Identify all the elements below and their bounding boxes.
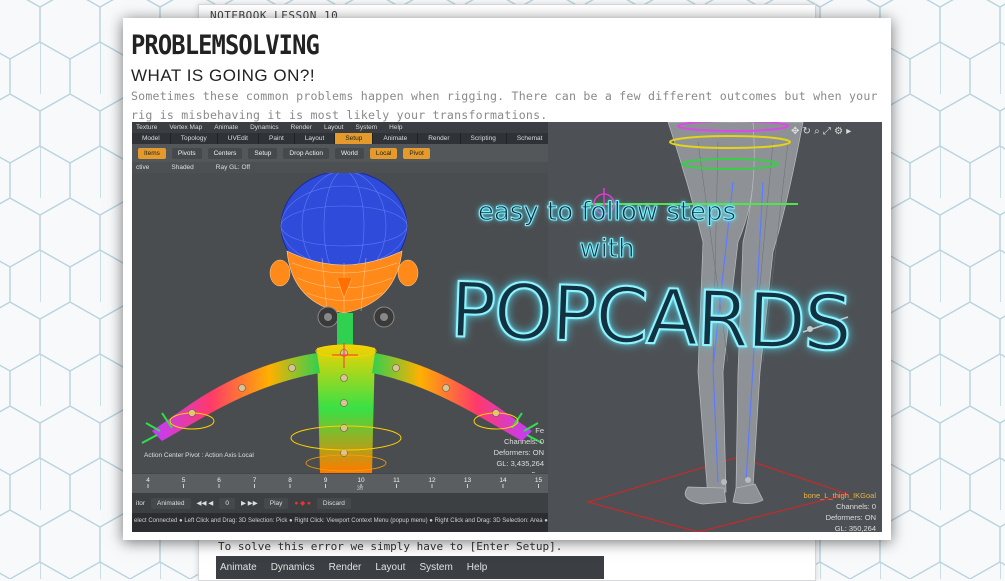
pivot-button[interactable]: Pivot [403, 147, 430, 159]
timeline-tick-label: 12 [428, 477, 436, 484]
frame-field[interactable]: 0 [219, 497, 235, 509]
timeline-tick-label: 8 [288, 477, 292, 484]
timeline-tick-label: 11 [393, 477, 400, 484]
app-tabbar: Model Topology UVEdit Paint Layout Setup… [132, 133, 554, 144]
viewport-ray-gl[interactable]: Ray GL: Off [216, 164, 250, 171]
timeline-tick-label: 4 [146, 477, 150, 484]
timeline-tick-label: 14 [499, 477, 507, 484]
tab-schematic[interactable]: Schemat [507, 133, 554, 144]
bg-menu-dynamics: Dynamics [270, 562, 315, 573]
bg-menu-help: Help [466, 562, 488, 573]
right-hud-channels: Channels: 0 [835, 502, 876, 511]
right-viewport-info: bone_L_thigh_IKGoal Channels: 0 Deformer… [803, 490, 876, 532]
local-button[interactable]: Local [369, 147, 398, 159]
frame-forward-icon[interactable]: ▶ ▶▶ [241, 499, 258, 507]
popcard[interactable]: PROBLEMSOLVING WHAT IS GOING ON?! Someti… [123, 18, 891, 540]
setup-button[interactable]: Setup [248, 147, 278, 159]
timeline-tick-label: 9 [324, 477, 328, 484]
rigged-character-view: Action Center Pivot : Action Axis Local [141, 167, 543, 473]
rigging-app-screenshot: Texture Vertex Map Animate Dynamics Rend… [132, 122, 882, 532]
menu-help[interactable]: Help [389, 124, 402, 131]
timeline-tick-label: 13 [464, 477, 472, 484]
centers-button[interactable]: Centers [207, 147, 243, 159]
play-button[interactable]: Play [263, 497, 289, 509]
right-3d-viewport[interactable]: ✥ ↻ ⌕ ⤢ ⚙ ▸ bone_L_thigh_IKGoal Channels… [548, 122, 882, 532]
viewport-mode[interactable]: ctive [136, 164, 149, 171]
tab-uvedit[interactable]: UVEdit [218, 133, 259, 144]
menu-dynamics[interactable]: Dynamics [250, 124, 279, 131]
left-hud-deformers: Deformers: ON [493, 448, 544, 457]
left-3d-viewport[interactable]: Action Center Pivot : Action Axis Local … [132, 167, 548, 479]
timeline-tick-label: 5 [182, 477, 186, 484]
left-hud-name: Fe [535, 426, 544, 435]
menu-system[interactable]: System [355, 124, 377, 131]
world-button[interactable]: World [334, 147, 364, 159]
notebook-menu-strip: Animate Dynamics Render Layout System He… [216, 556, 604, 579]
editor-label: itor [136, 499, 146, 507]
menu-texture[interactable]: Texture [136, 124, 157, 131]
action-center-label: Action Center Pivot : Action Axis Local [144, 452, 254, 459]
timeline-tick-label: 7 [253, 477, 257, 484]
right-hud-gl: GL: 350,264 [834, 524, 876, 532]
status-bar: elect Connected ● Left Click and Drag: 3… [132, 513, 548, 532]
right-hud-deformers: Deformers: ON [825, 513, 876, 522]
timeline-frame: 30 [357, 486, 364, 492]
frame-back-icon[interactable]: ◀◀ ◀ [197, 499, 214, 507]
items-button[interactable]: Items [138, 147, 166, 159]
selected-item-name: bone_L_thigh_IKGoal [803, 491, 876, 500]
timeline-ticks: 4 5 6 7 8 9 10 11 12 13 14 15 30 [132, 472, 548, 492]
discard-button[interactable]: Discard [316, 497, 351, 509]
notebook-bottom-text: To solve this error we simply have to [E… [218, 540, 563, 553]
transport-controls: itor Animated ◀◀ ◀ 0 ▶ ▶▶ Play ● ◆ ● Dis… [132, 493, 548, 513]
timeline-tick-label: 15 [535, 477, 543, 484]
legs-rig-view: ✥ ↻ ⌕ ⤢ ⚙ ▸ [586, 122, 851, 532]
left-hud-channels: Channels: 0 [503, 437, 544, 446]
menu-render[interactable]: Render [291, 124, 312, 131]
left-viewport-info: Fe Channels: 0 Deformers: ON GL: 3,435,2… [494, 425, 544, 480]
svg-text:✥ ↻ ⌕ ⤢ ⚙ ▸: ✥ ↻ ⌕ ⤢ ⚙ ▸ [791, 126, 851, 137]
timeline-ruler[interactable]: 4 5 6 7 8 9 10 11 12 13 14 15 30 [132, 472, 548, 493]
bg-menu-render: Render [328, 562, 362, 573]
app-toolbar: Items Pivots Centers Setup Drop Action W… [132, 144, 548, 162]
viewport-options-bar: ctive Shaded Ray GL: Off [132, 162, 548, 173]
tab-paint[interactable]: Paint [259, 133, 295, 144]
bg-menu-layout: Layout [375, 562, 406, 573]
menu-layout[interactable]: Layout [324, 124, 344, 131]
menu-animate[interactable]: Animate [214, 124, 238, 131]
status-text: elect Connected ● Left Click and Drag: 3… [134, 518, 548, 524]
menu-vertex-map[interactable]: Vertex Map [169, 124, 202, 131]
key-icons[interactable]: ● ◆ ● [294, 499, 310, 507]
tab-model[interactable]: Model [132, 133, 171, 144]
pivots-button[interactable]: Pivots [171, 147, 202, 159]
tab-render[interactable]: Render [418, 133, 461, 144]
card-title: PROBLEMSOLVING [131, 30, 320, 61]
tab-scripting[interactable]: Scripting [461, 133, 507, 144]
tab-topology[interactable]: Topology [171, 133, 218, 144]
viewport-shading[interactable]: Shaded [171, 164, 193, 171]
bg-menu-animate: Animate [220, 562, 257, 573]
timeline-tick-label: 10 [357, 477, 365, 484]
tab-animate[interactable]: Animate [373, 133, 419, 144]
card-description: Sometimes these common problems happen w… [131, 89, 878, 122]
tab-setup[interactable]: Setup [335, 133, 374, 144]
bg-menu-system: System [419, 562, 453, 573]
card-subtitle: WHAT IS GOING ON?! [131, 66, 316, 85]
timeline-tick-label: 6 [217, 477, 221, 484]
left-hud-gl: GL: 3,435,264 [496, 459, 544, 468]
animated-dropdown[interactable]: Animated [151, 497, 191, 509]
drop-action-button[interactable]: Drop Action [283, 147, 329, 159]
app-menubar: Texture Vertex Map Animate Dynamics Rend… [132, 122, 548, 133]
tab-layout[interactable]: Layout [295, 133, 336, 144]
right-viewport-nav-icons[interactable]: ✥ ↻ ⌕ ⤢ ⚙ ▸ [791, 126, 851, 137]
